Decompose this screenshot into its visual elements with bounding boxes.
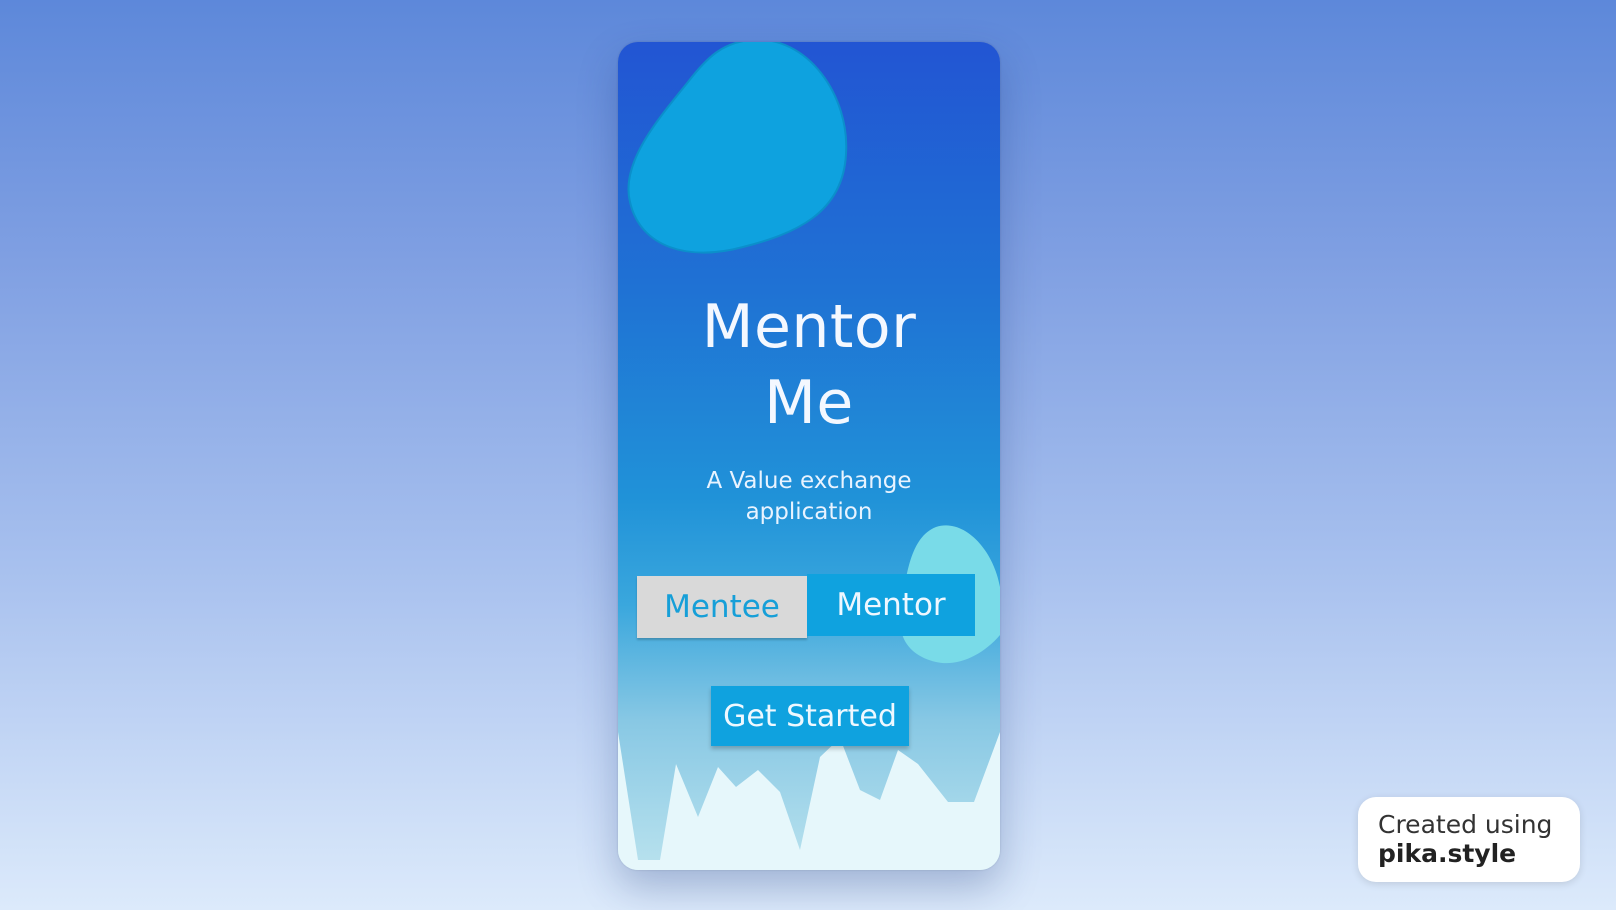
blob-decoration — [627, 42, 848, 254]
phone-screen: Mentor Me A Value exchange application M… — [618, 42, 1000, 870]
watermark-pika-style: pika.style — [1378, 839, 1517, 868]
mentor-button[interactable]: Mentor — [807, 574, 975, 636]
subtitle-line-2: application — [745, 499, 873, 525]
app-subtitle: A Value exchange application — [618, 466, 1000, 528]
app-title-line-1: Mentor — [701, 292, 917, 362]
subtitle-line-1: A Value exchange — [706, 468, 912, 494]
get-started-button[interactable]: Get Started — [711, 686, 909, 746]
app-title: Mentor Me — [618, 289, 1000, 441]
mountain-silhouette — [618, 732, 1000, 870]
mentee-button[interactable]: Mentee — [637, 576, 807, 638]
role-toggle: Mentee Mentor — [637, 574, 976, 638]
pika-watermark-badge[interactable]: Created using pika.style — [1358, 797, 1580, 882]
app-title-line-2: Me — [764, 368, 854, 438]
watermark-created-using: Created using — [1378, 810, 1553, 839]
